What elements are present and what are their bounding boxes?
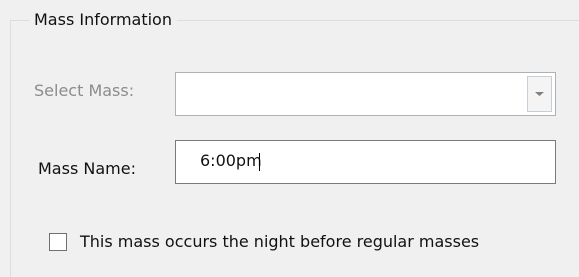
select-mass-dropdown[interactable] bbox=[175, 72, 556, 116]
mass-information-panel: Mass Information Select Mass: Mass Name:… bbox=[0, 0, 579, 277]
groupbox-title: Mass Information bbox=[29, 9, 177, 31]
mass-name-input[interactable]: 6:00pm bbox=[175, 140, 556, 184]
dropdown-button[interactable] bbox=[527, 76, 552, 112]
night-before-checkbox-label[interactable]: This mass occurs the night before regula… bbox=[80, 231, 479, 253]
select-mass-label: Select Mass: bbox=[34, 81, 135, 100]
mass-name-label: Mass Name: bbox=[38, 159, 136, 178]
text-cursor bbox=[259, 153, 260, 171]
mass-name-value: 6:00pm bbox=[200, 151, 262, 170]
chevron-down-icon bbox=[535, 92, 544, 96]
night-before-checkbox[interactable] bbox=[49, 233, 67, 251]
